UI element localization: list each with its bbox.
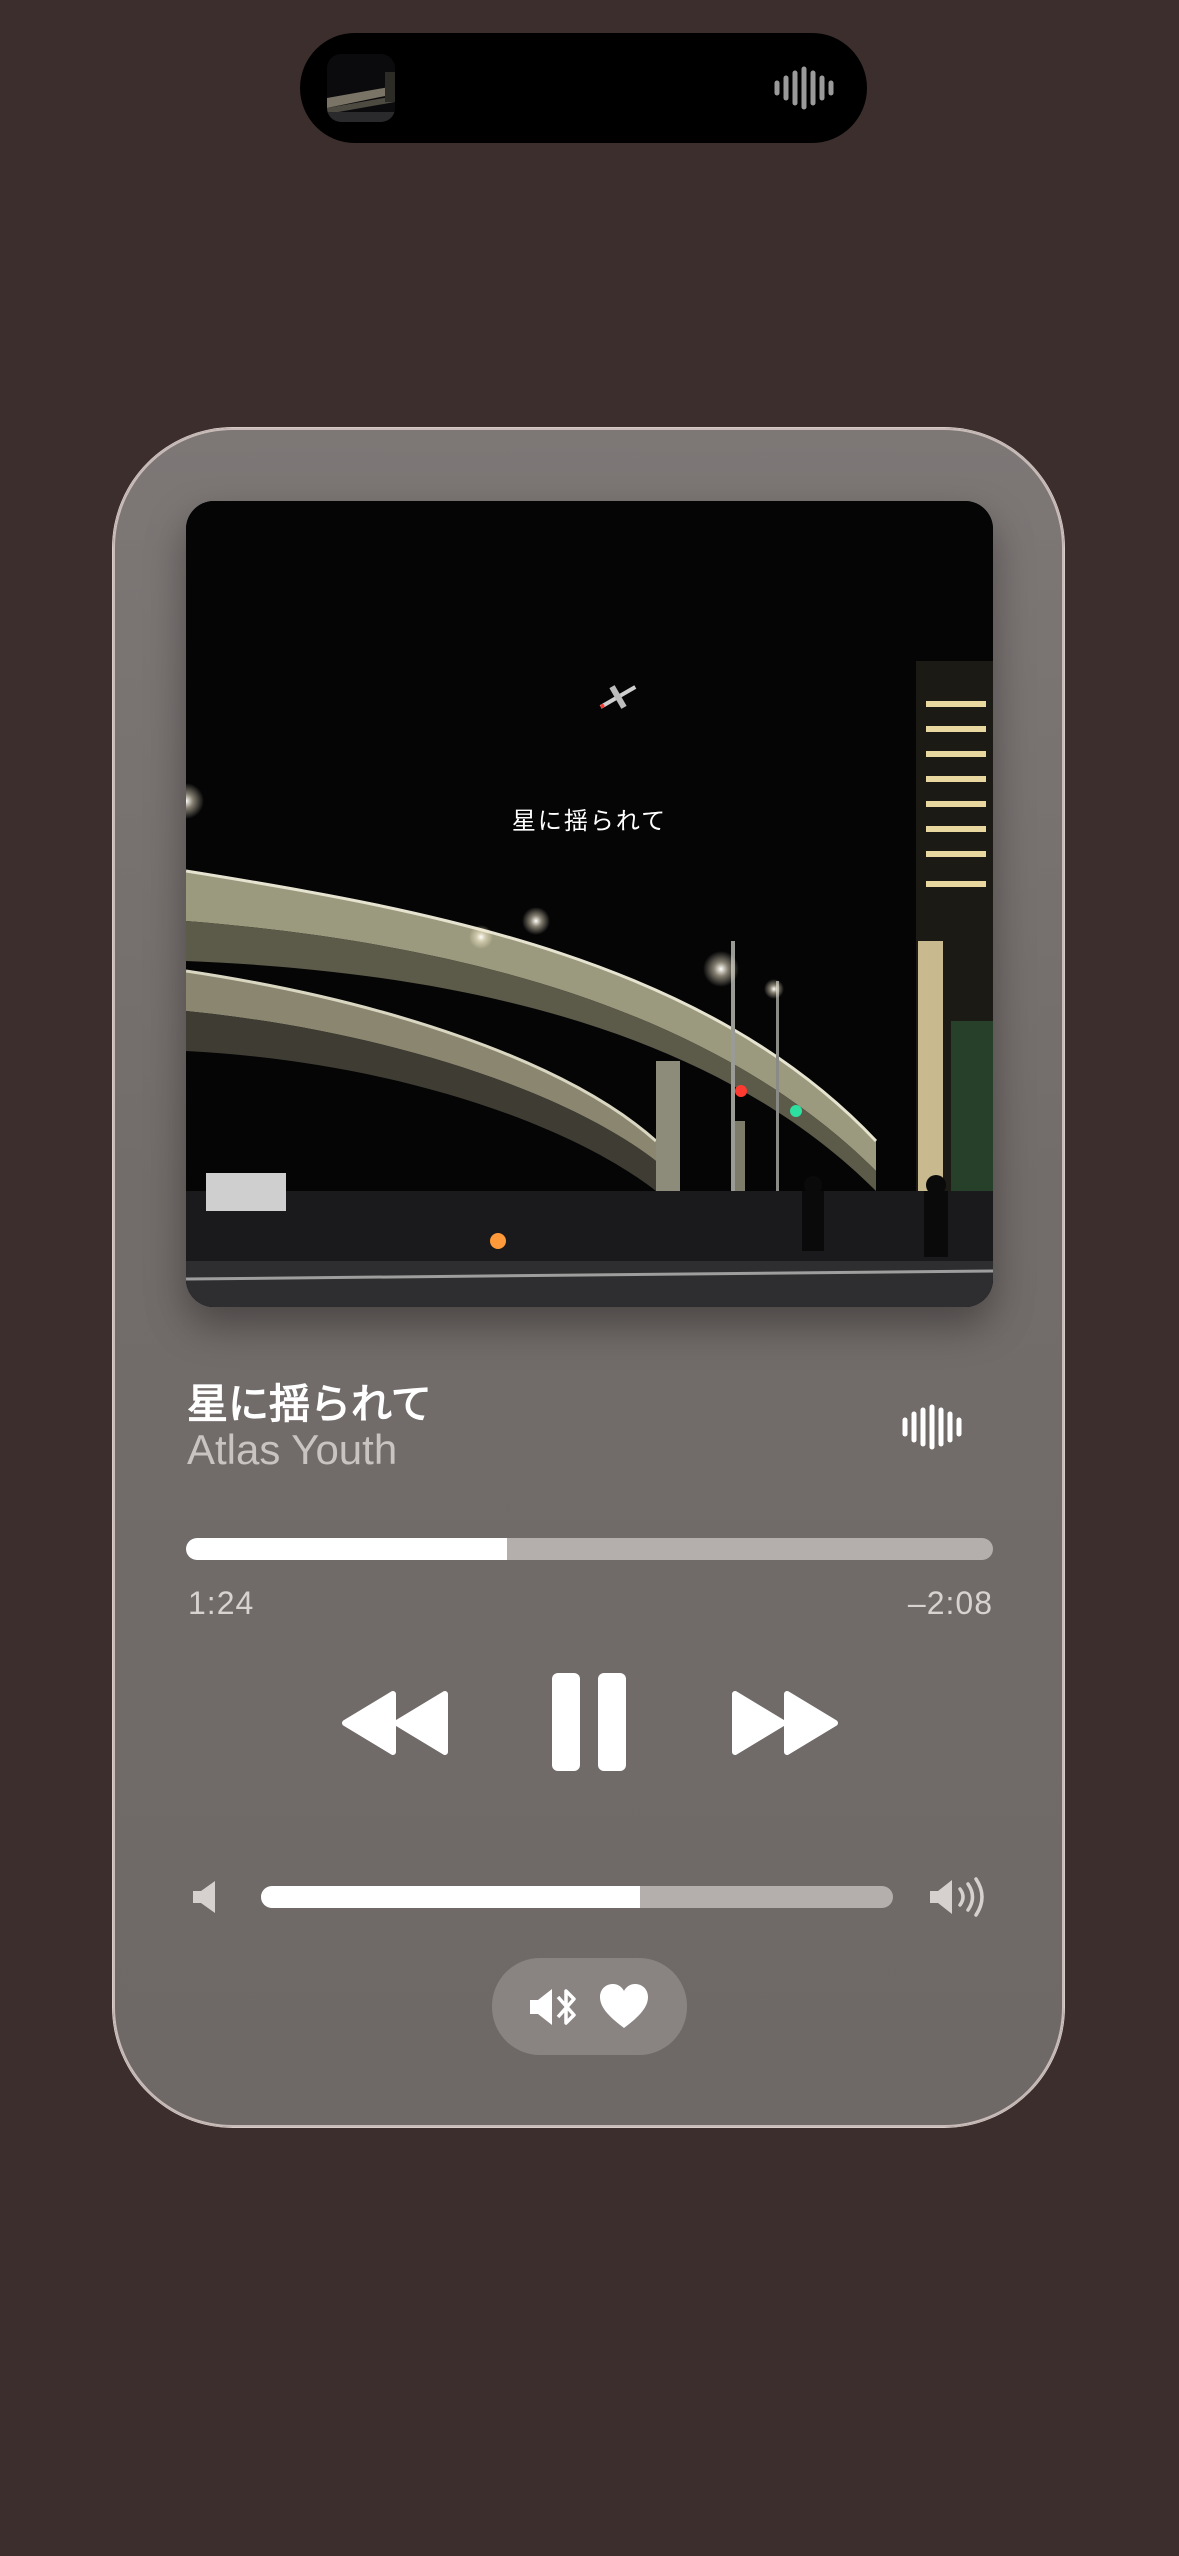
album-thumbnail[interactable] — [327, 54, 395, 122]
elapsed-time: 1:24 — [188, 1585, 255, 1621]
volume-level-fill — [261, 1886, 641, 1908]
waveform-icon[interactable] — [901, 1404, 967, 1450]
speaker-low-icon — [193, 1881, 215, 1913]
volume-slider[interactable] — [261, 1886, 893, 1908]
artwork-title-text: 星に揺られて — [511, 807, 668, 835]
speaker-high-icon — [930, 1877, 984, 1917]
fast-forward-icon[interactable] — [729, 1690, 839, 1756]
remaining-time: –2:08 — [907, 1585, 993, 1621]
artist-name[interactable]: Atlas Youth — [187, 1426, 397, 1474]
rewind-icon[interactable] — [341, 1690, 451, 1756]
playback-scrubber[interactable] — [186, 1538, 993, 1560]
dynamic-island[interactable] — [300, 33, 867, 143]
now-playing-card: 星に揺られて 星に揺られて Atlas Youth 1:24 –2:08 — [113, 428, 1064, 2127]
heart-icon[interactable] — [598, 1982, 650, 2032]
audio-output-pill — [492, 1958, 687, 2055]
waveform-icon — [774, 66, 834, 110]
song-title: 星に揺られて — [187, 1380, 432, 1428]
album-artwork: 星に揺られて — [186, 501, 993, 1307]
bluetooth-speaker-icon[interactable] — [528, 1985, 584, 2029]
pause-icon[interactable] — [550, 1671, 628, 1773]
playback-progress-fill — [186, 1538, 508, 1560]
